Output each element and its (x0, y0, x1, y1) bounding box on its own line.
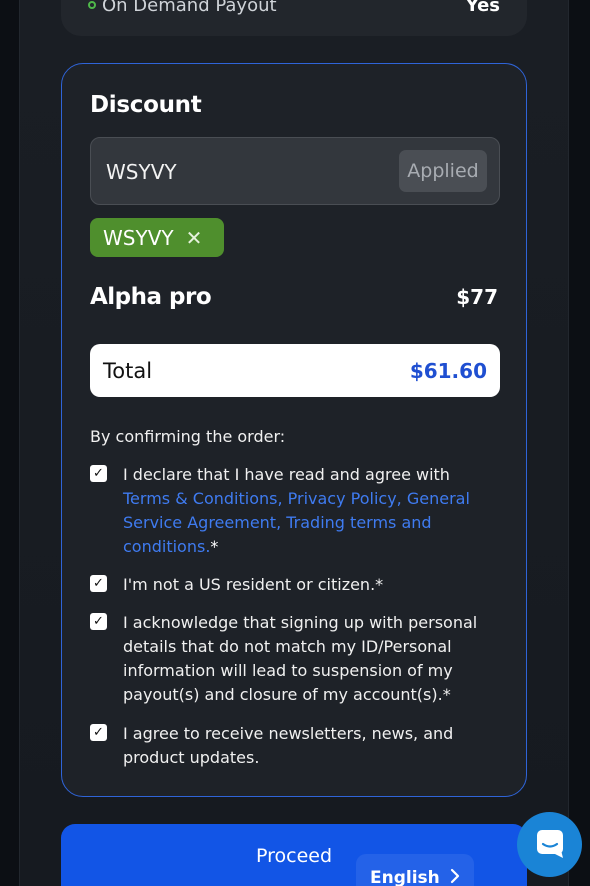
applied-button[interactable]: Applied (399, 150, 487, 192)
chip-label: WSYVY (103, 225, 174, 250)
total-label: Total (103, 358, 153, 383)
us-resident-checkbox[interactable]: ✓ (90, 575, 107, 592)
required-mark: * (375, 575, 384, 594)
language-label: English (370, 868, 440, 886)
terms-links[interactable]: Terms & Conditions, Privacy Policy, Gene… (123, 489, 470, 556)
discount-title: Discount (90, 92, 202, 118)
terms-text: I declare that I have read and agree wit… (123, 465, 450, 484)
status-dot-icon (88, 1, 96, 9)
required-mark: * (442, 685, 451, 704)
newsletter-item: ✓ I agree to receive newsletters, news, … (90, 722, 498, 770)
on-demand-payout-value: Yes (465, 0, 500, 16)
support-chat-button[interactable] (517, 812, 582, 877)
on-demand-payout-label: On Demand Payout (102, 0, 277, 16)
language-button[interactable]: English (356, 854, 474, 886)
product-price: $77 (456, 285, 498, 309)
confirm-lead-text: By confirming the order: (90, 427, 286, 446)
applied-code-chip: WSYVY ✕ (90, 218, 224, 257)
discount-code-value[interactable]: WSYVY (106, 160, 177, 184)
acknowledge-text: I acknowledge that signing up with perso… (123, 613, 478, 704)
required-mark: * (210, 537, 219, 556)
product-row: Alpha pro $77 (90, 284, 498, 310)
terms-checkbox[interactable]: ✓ (90, 465, 107, 482)
chat-icon (535, 828, 565, 862)
discount-code-field[interactable]: WSYVY Applied (90, 137, 500, 205)
remove-code-icon[interactable]: ✕ (186, 226, 203, 250)
product-name: Alpha pro (90, 284, 212, 310)
on-demand-payout-row: On Demand Payout Yes (88, 0, 500, 16)
us-resident-item: ✓ I'm not a US resident or citizen.* (90, 573, 498, 597)
terms-agreement-item: ✓ I declare that I have read and agree w… (90, 463, 498, 559)
plan-details-card: On Demand Payout Yes (61, 0, 527, 36)
chevron-right-icon (450, 868, 460, 886)
newsletter-checkbox[interactable]: ✓ (90, 724, 107, 741)
total-box: Total $61.60 (90, 344, 500, 397)
acknowledge-item: ✓ I acknowledge that signing up with per… (90, 611, 498, 707)
us-resident-text: I'm not a US resident or citizen. (123, 575, 376, 594)
total-value: $61.60 (409, 358, 487, 383)
acknowledge-checkbox[interactable]: ✓ (90, 613, 107, 630)
newsletter-text: I agree to receive newsletters, news, an… (123, 724, 454, 767)
discount-card: Discount WSYVY Applied WSYVY ✕ Alpha pro… (61, 63, 527, 797)
